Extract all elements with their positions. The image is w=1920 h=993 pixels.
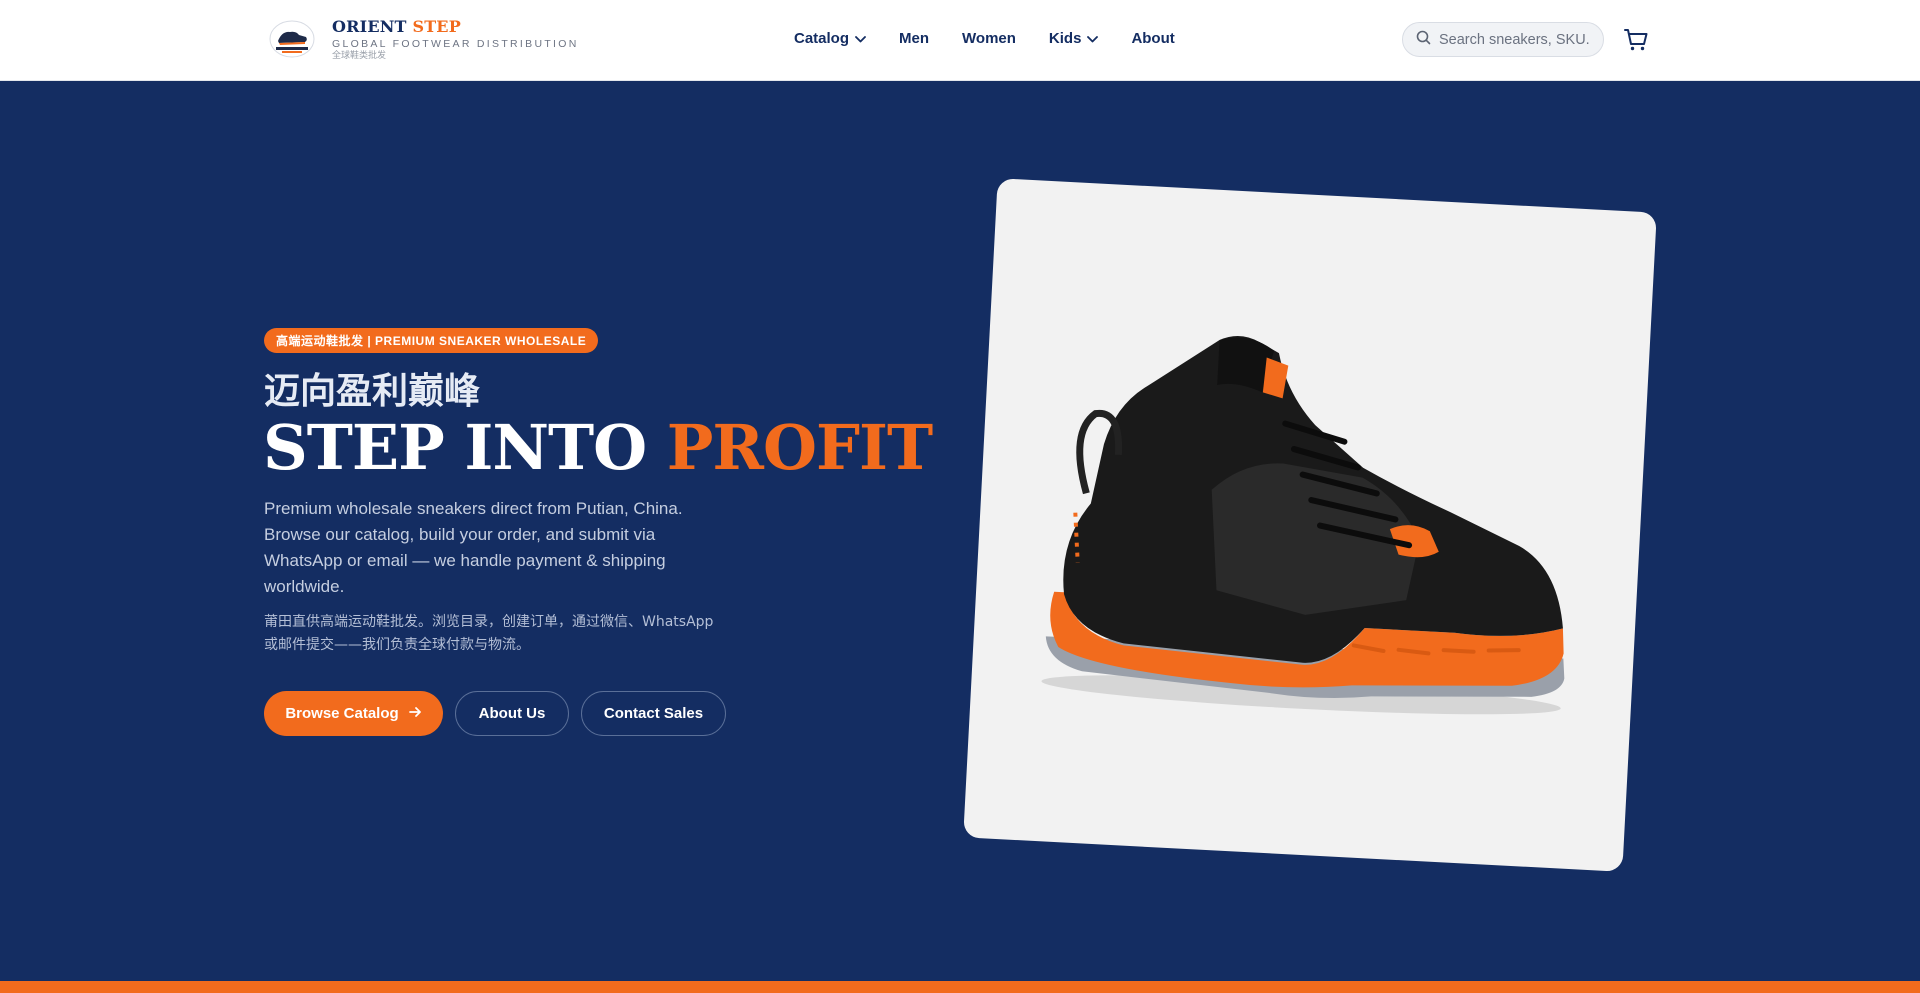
browse-catalog-button[interactable]: Browse Catalog [264, 691, 443, 736]
nav-item-label: Women [962, 30, 1016, 47]
nav-item-label: Men [899, 30, 930, 47]
hero-badge: 高端运动鞋批发 | PREMIUM SNEAKER WHOLESALE [264, 328, 599, 353]
hero-headline-primary: STEP INTO [263, 411, 647, 484]
nav-item-women[interactable]: Women [962, 30, 1016, 47]
brand-logo-link[interactable]: ORIENT STEP GLOBAL FOOTWEAR DISTRIBUTION… [268, 18, 579, 60]
search-input[interactable] [1439, 31, 1589, 48]
brand-tagline-cn: 全球鞋类批发 [332, 50, 387, 60]
hero-description-cn: 莆田直供高端运动鞋批发。浏览目录，创建订单，通过微信、WhatsApp或邮件提交… [264, 614, 714, 653]
hero-description: Premium wholesale sneakers direct from P… [264, 499, 683, 596]
brand-name: ORIENT STEP [332, 18, 579, 36]
contact-sales-button[interactable]: Contact Sales [581, 691, 726, 736]
browse-catalog-label: Browse Catalog [285, 705, 399, 722]
hero-headline-accent: PROFIT [666, 411, 933, 484]
chevron-down-icon [855, 30, 866, 47]
nav-item-label: Kids [1048, 30, 1082, 47]
hero-headline-cn: 迈向盈利巅峰 [264, 371, 481, 412]
about-us-label: About Us [478, 705, 546, 722]
nav-item-about[interactable]: About [1131, 30, 1174, 47]
search-icon [1416, 30, 1431, 50]
nav-item-label: Catalog [794, 30, 850, 47]
hero-product-card [963, 178, 1657, 872]
nav-item-men[interactable]: Men [899, 30, 929, 47]
nav-item-label: About [1131, 30, 1175, 47]
brand-text: ORIENT STEP GLOBAL FOOTWEAR DISTRIBUTION… [332, 18, 579, 61]
nav-item-catalog[interactable]: Catalog [794, 30, 866, 47]
hero-headline: STEP INTO PROFIT [263, 410, 933, 486]
main-nav: Catalog Men Women Kids About [794, 30, 1208, 47]
brand-name-accent: STEP [412, 17, 461, 36]
nav-item-kids[interactable]: Kids [1049, 30, 1099, 47]
brand-tagline: GLOBAL FOOTWEAR DISTRIBUTION [332, 38, 579, 50]
arrow-right-icon [408, 705, 422, 722]
cart-button[interactable] [1623, 27, 1649, 53]
cart-icon [1623, 29, 1649, 57]
brand-name-primary: ORIENT [332, 17, 407, 36]
site-header: ORIENT STEP GLOBAL FOOTWEAR DISTRIBUTION… [0, 0, 1920, 81]
bottom-accent-bar [0, 981, 1920, 993]
chevron-down-icon [1087, 30, 1099, 47]
orient-step-logo [268, 19, 316, 59]
basketball-sneaker-image [1041, 336, 1565, 715]
about-us-button[interactable]: About Us [455, 691, 569, 736]
contact-sales-label: Contact Sales [603, 705, 704, 722]
search-box[interactable] [1402, 22, 1604, 57]
